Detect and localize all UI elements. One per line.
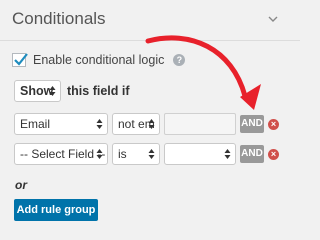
enable-conditional-label[interactable]: Enable conditional logic [33,53,164,67]
and-button[interactable]: AND [240,145,264,163]
select-arrows-icon [148,149,155,159]
select-arrows-icon [49,86,56,96]
or-separator: or [15,178,27,192]
rule-value-input[interactable] [164,113,236,135]
select-arrows-icon [96,149,103,159]
select-arrows-icon [224,149,231,159]
add-rule-group-button[interactable]: Add rule group [14,199,98,221]
panel-title: Conditionals [12,9,106,28]
rule-field-value: -- Select Field -- [20,147,106,161]
chevron-down-icon[interactable] [266,12,280,26]
select-arrows-icon [96,119,103,129]
rule-field-select[interactable]: -- Select Field -- [14,143,108,165]
panel-header[interactable]: Conditionals [0,0,300,41]
rule-operator-select[interactable]: is [112,143,160,165]
enable-conditional-checkbox[interactable] [12,53,28,67]
and-button[interactable]: AND [240,115,264,133]
rule-field-value: Email [20,117,51,131]
rule-value-select[interactable] [164,143,236,165]
checkmark-icon [14,53,28,66]
remove-rule-icon[interactable]: × [268,119,279,130]
rule-field-select[interactable]: Email [14,113,108,135]
rule-operator-value: is [118,147,127,161]
conditionals-panel: Conditionals Enable conditional logic ? … [0,0,300,228]
select-arrows-icon [148,119,155,129]
action-select[interactable]: Show [14,80,61,102]
remove-rule-icon[interactable]: × [268,149,279,160]
help-icon[interactable]: ? [173,54,186,66]
rule-operator-select[interactable]: not em [112,113,160,135]
enable-conditional-row: Enable conditional logic ? [12,51,186,69]
action-suffix: this field if [67,84,130,98]
